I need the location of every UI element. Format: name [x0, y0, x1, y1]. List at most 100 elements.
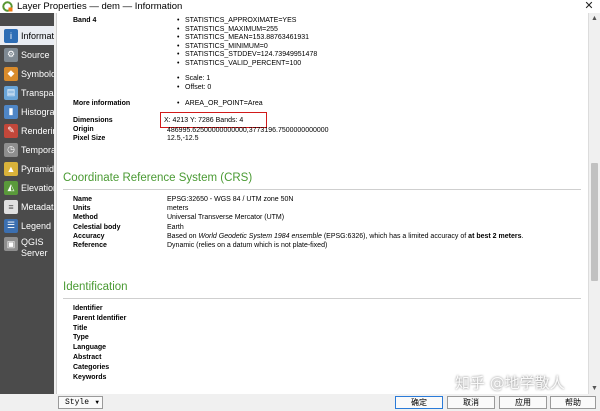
dimensions-label: Dimensions [73, 117, 113, 124]
vertical-scrollbar[interactable]: ▲ ▼ [588, 13, 600, 394]
qgis-server-icon: ▣ [4, 237, 18, 251]
scroll-up-arrow-icon[interactable]: ▲ [589, 13, 600, 24]
sidebar-item-symbology[interactable]: ◆ Symbolo [0, 64, 54, 83]
symbology-icon: ◆ [4, 66, 18, 81]
sidebar-item-info[interactable]: i Informat [0, 26, 54, 45]
crs-name-label: Name [73, 196, 93, 203]
scroll-down-arrow-icon[interactable]: ▼ [589, 383, 600, 394]
sidebar-item-label: Symbolo [21, 68, 54, 79]
info-icon: i [4, 28, 18, 43]
style-button-label: Style [65, 398, 90, 407]
crs-celestial-value: Earth [167, 224, 184, 231]
crs-divider [63, 189, 581, 190]
sidebar-item-label: Pyramids [21, 163, 54, 174]
crs-accuracy-label: Accuracy [73, 233, 105, 240]
sidebar-item-histogram[interactable]: ▮ Histogra [0, 102, 54, 121]
close-button[interactable]: ✕ [582, 0, 596, 13]
identification-field-label: Identifier [73, 305, 103, 312]
more-info-label: More information [73, 100, 131, 107]
transparency-icon: ▤ [4, 85, 18, 100]
sidebar-item-label: Source [21, 49, 50, 60]
identification-field-label: Type [73, 334, 89, 342]
sidebar-item-label: Renderin [21, 125, 54, 136]
identification-field-label: Parent Identifier [73, 314, 127, 322]
rendering-brush-icon: ✎ [4, 123, 18, 138]
sidebar-item-source-gear[interactable]: ⚙ Source [0, 45, 54, 64]
origin-value: 486995.62500000000000,3773196.7500000000… [167, 127, 329, 134]
scale-value: Scale: 1 [177, 75, 210, 82]
accuracy-end: . [521, 233, 524, 240]
sidebar-item-legend[interactable]: ☰ Legend [0, 216, 54, 235]
origin-label: Origin [73, 126, 94, 133]
identification-field-label: Categories [73, 363, 110, 371]
identification-field-label: Keywords [73, 373, 107, 381]
qgis-app-icon [2, 1, 13, 12]
band-statistic-item: STATISTICS_VALID_PERCENT=100 [177, 60, 301, 67]
watermark-text: 知乎 @地学散人 [455, 374, 565, 392]
sidebar-item-elevation[interactable]: ◭Elevation [0, 178, 54, 197]
pyramids-icon: ▲ [4, 161, 18, 176]
identification-divider [63, 298, 581, 299]
sidebar-item-label: Tempora [21, 144, 54, 155]
sidebar-item-label: Metadata [21, 201, 54, 212]
sidebar-item-rendering-brush[interactable]: ✎ Renderin [0, 121, 54, 140]
cancel-button[interactable]: 取消 [447, 396, 495, 409]
band-statistic-item: STATISTICS_MEAN=153.88763461931 [177, 34, 309, 41]
sidebar-item-transparency[interactable]: ▤ Transpar [0, 83, 54, 102]
sidebar-item-label: Informat [21, 30, 54, 41]
help-button[interactable]: 帮助 [550, 396, 596, 409]
accuracy-ensemble: World Geodetic System 1984 ensemble [198, 233, 322, 240]
sidebar-item-label: Histogra [21, 106, 54, 117]
sidebar-item-label: QGIS Server [21, 237, 48, 258]
title-bar: Layer Properties — dem — Information ✕ [0, 0, 600, 13]
layer-properties-window: Layer Properties — dem — Information ✕ i… [0, 0, 600, 411]
identification-section-title: Identification [63, 281, 128, 293]
accuracy-best: at best 2 meters [468, 233, 522, 240]
crs-reference-value: Dynamic (relies on a datum which is not … [167, 242, 328, 249]
sidebar-item-qgis-server[interactable]: ▣ QGIS Server [0, 235, 54, 261]
sidebar-item-label: Elevation [21, 182, 54, 193]
more-info-value: AREA_OR_POINT=Area [177, 100, 263, 107]
apply-button[interactable]: 应用 [499, 396, 547, 409]
sidebar-item-metadata[interactable]: ≡Metadata [0, 197, 54, 216]
pixel-size-value: 12.5,-12.5 [167, 135, 199, 142]
band4-label: Band 4 [73, 17, 97, 24]
elevation-icon: ◭ [4, 180, 18, 195]
pixel-size-label: Pixel Size [73, 135, 106, 142]
crs-units-label: Units [73, 205, 91, 212]
crs-name-value: EPSG:32650 - WGS 84 / UTM zone 50N [167, 196, 294, 203]
chevron-down-icon: ▼ [95, 399, 99, 406]
sidebar-item-pyramids[interactable]: ▲Pyramids [0, 159, 54, 178]
crs-reference-label: Reference [73, 242, 107, 249]
histogram-icon: ▮ [4, 104, 18, 119]
band-statistic-item: STATISTICS_MAXIMUM=255 [177, 26, 278, 33]
offset-value: Offset: 0 [177, 84, 211, 91]
metadata-icon: ≡ [4, 199, 18, 214]
crs-accuracy-value: Based on World Geodetic System 1984 ense… [167, 233, 523, 240]
ok-button[interactable]: 确定 [395, 396, 443, 409]
sidebar: i Informat ⚙ Source ◆ Symbolo ▤ Transpar ▮ Histog… [0, 13, 54, 394]
temporal-clock-icon: ◷ [4, 142, 18, 157]
crs-celestial-label: Celestial body [73, 224, 121, 231]
sidebar-item-temporal-clock[interactable]: ◷ Tempora [0, 140, 54, 159]
band-statistic-item: STATISTICS_APPROXIMATE=YES [177, 17, 296, 24]
dialog-button-bar: Style ▼ 确定 取消 应用 帮助 [0, 394, 600, 411]
accuracy-pre: Based on [167, 233, 199, 240]
information-panel: Band 4 STATISTICS_APPROXIMATE=YES STATIST… [56, 13, 588, 394]
crs-units-value: meters [167, 205, 189, 212]
band-statistic-item: STATISTICS_MINIMUM=0 [177, 43, 268, 50]
identification-field-label: Abstract [73, 354, 102, 361]
source-gear-icon: ⚙ [4, 47, 18, 62]
crs-method-label: Method [73, 214, 98, 221]
dimensions-highlight-box [160, 112, 267, 128]
style-dropdown-button[interactable]: Style ▼ [58, 396, 103, 409]
crs-method-value: Universal Transverse Mercator (UTM) [167, 214, 285, 221]
accuracy-mid: (EPSG:6326), which has a limited accurac… [321, 233, 469, 240]
band-statistic-item: STATISTICS_STDDEV=124.73949951478 [177, 51, 317, 58]
crs-section-title: Coordinate Reference System (CRS) [63, 172, 253, 184]
window-title: Layer Properties — dem — Information [17, 1, 183, 12]
identification-field-label: Language [73, 344, 107, 352]
legend-icon: ☰ [4, 218, 18, 233]
identification-field-label: Title [73, 324, 88, 332]
scroll-thumb[interactable] [591, 163, 598, 281]
